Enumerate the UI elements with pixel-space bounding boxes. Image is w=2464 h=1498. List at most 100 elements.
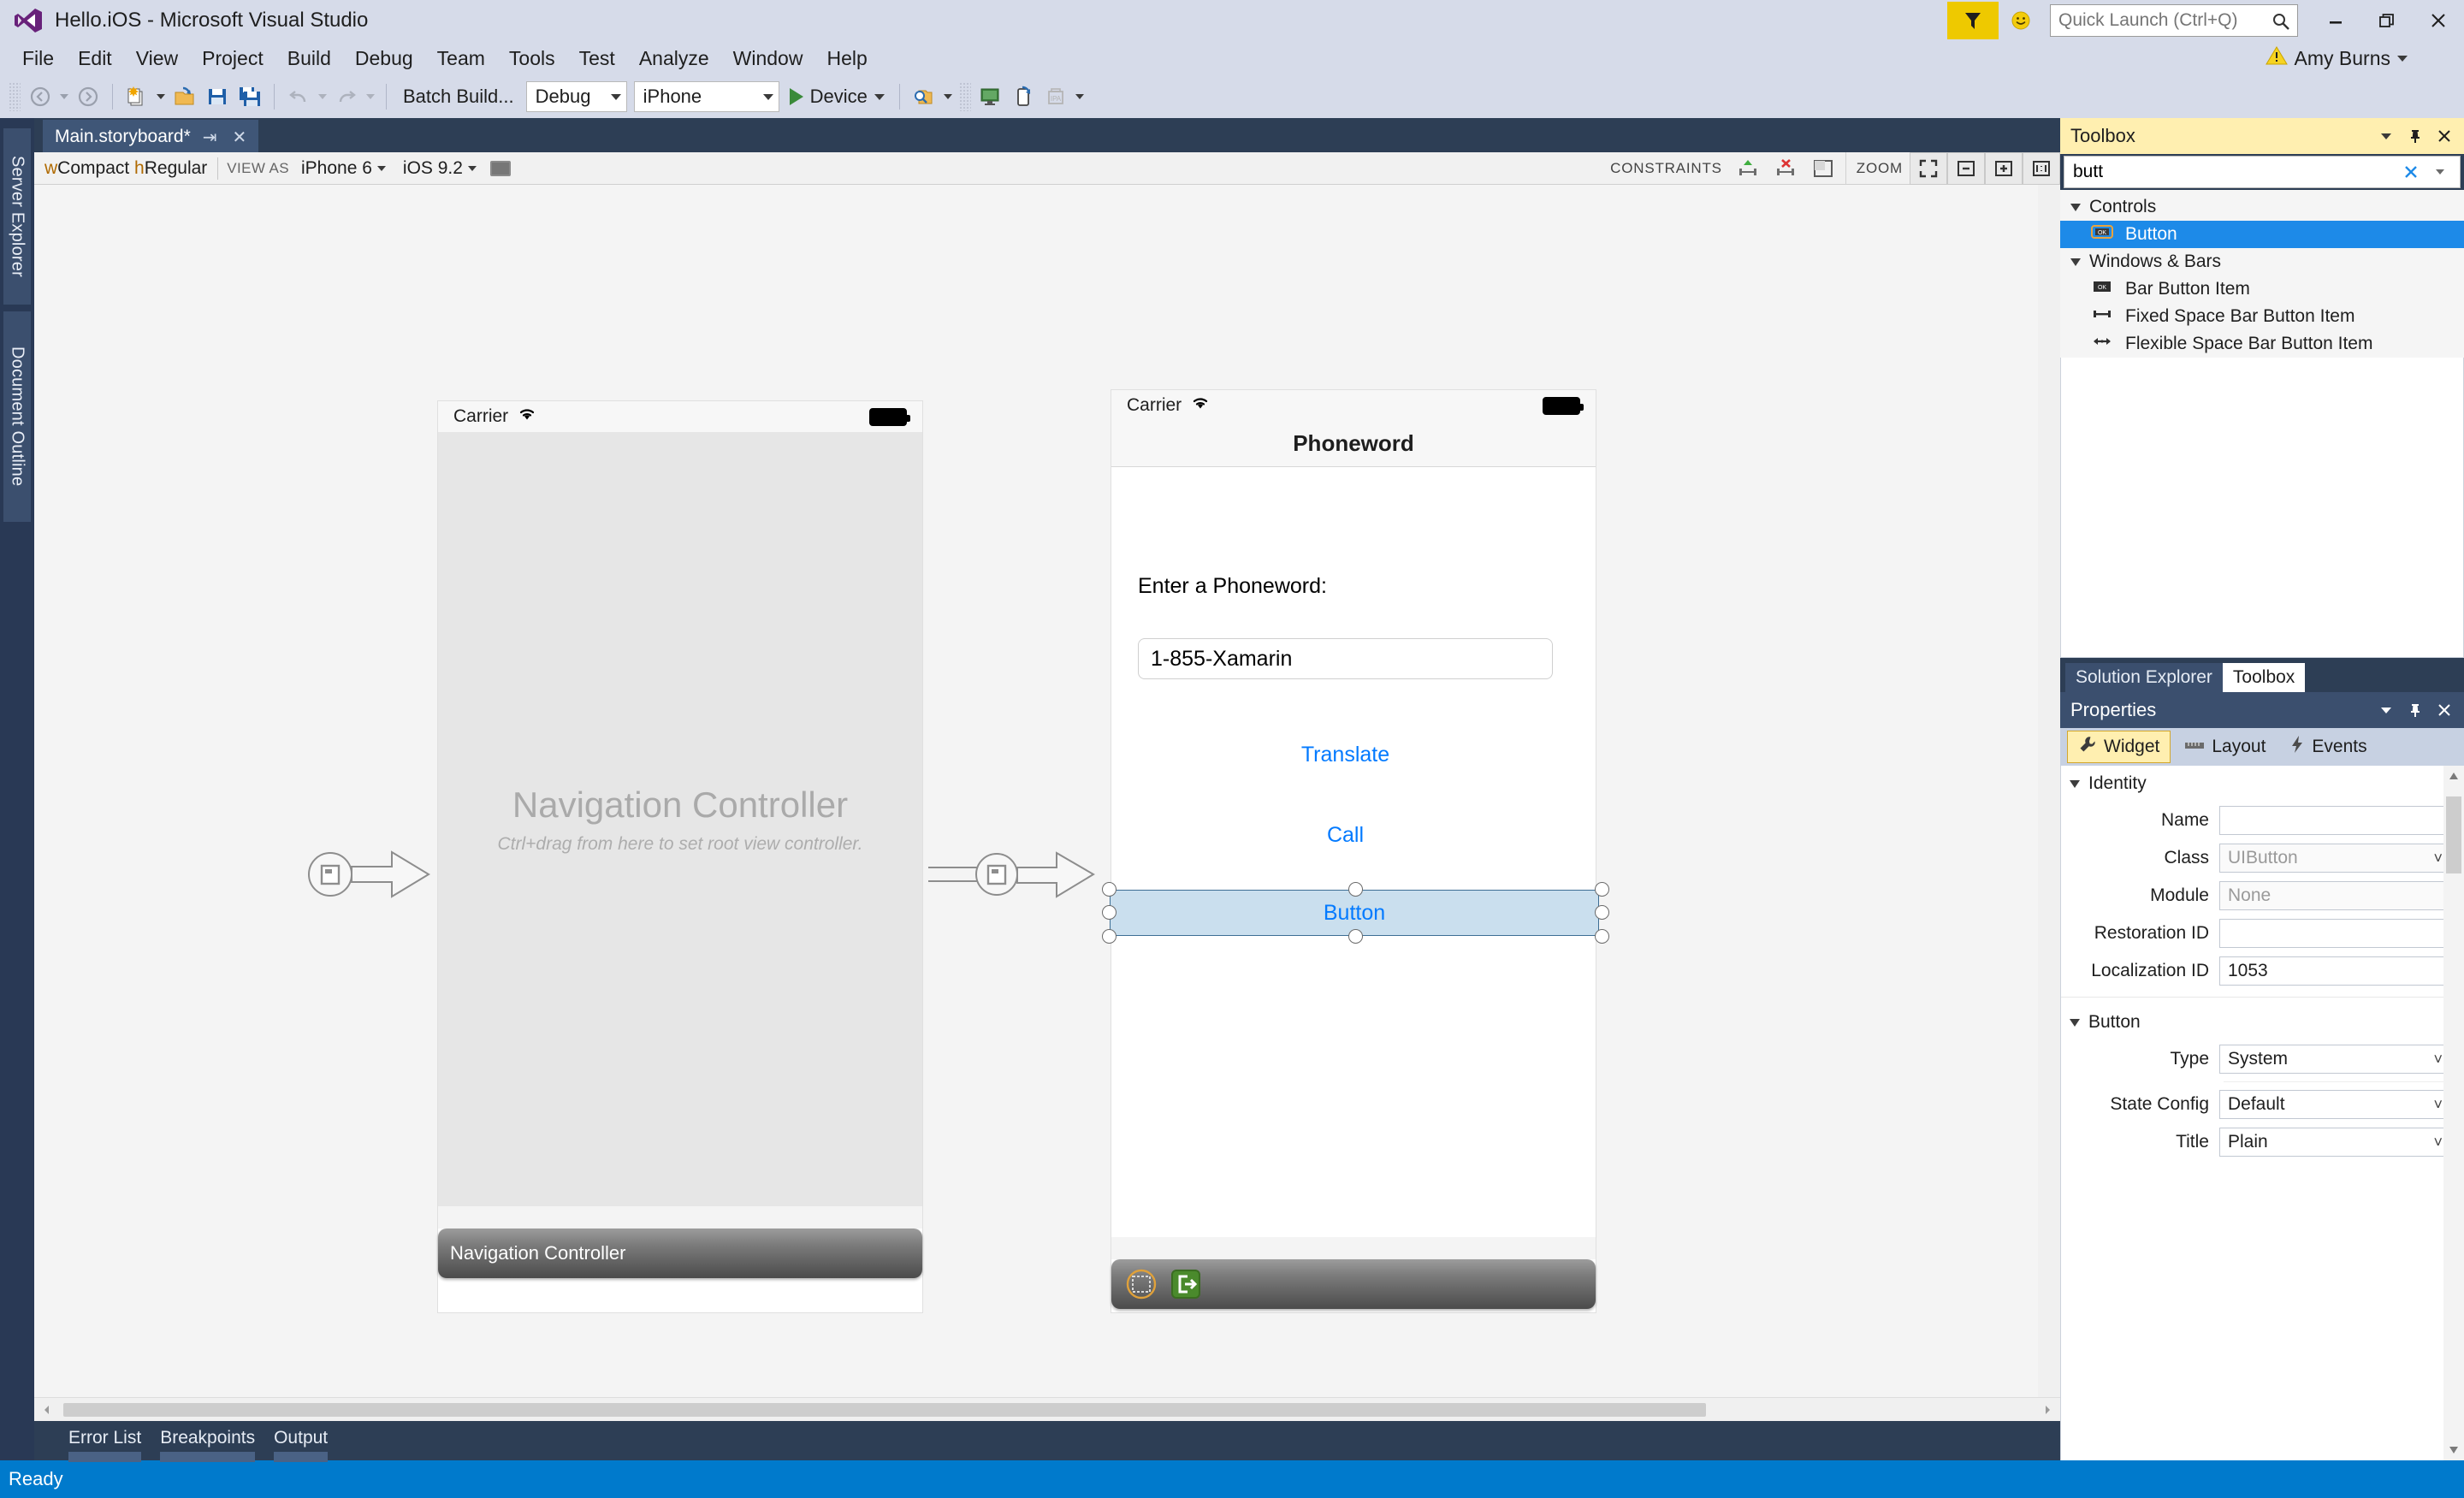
- device-sync-icon[interactable]: [1007, 80, 1040, 113]
- scene-navigation-controller[interactable]: Carrier Navigation Controller Ctrl+drag …: [438, 401, 922, 1312]
- update-frames-icon[interactable]: [1804, 152, 1842, 185]
- save-icon[interactable]: [201, 80, 234, 113]
- find-in-files-icon[interactable]: [908, 80, 940, 113]
- resize-handle-top-left[interactable]: [1102, 882, 1116, 897]
- zoom-fit-button[interactable]: [1910, 151, 1947, 185]
- clear-constraints-icon[interactable]: [1767, 152, 1804, 185]
- account-area[interactable]: Amy Burns: [2265, 41, 2408, 75]
- module-field[interactable]: None: [2219, 881, 2449, 910]
- quick-launch-box[interactable]: [2050, 4, 2298, 37]
- resize-handle-bottom-right[interactable]: [1595, 929, 1609, 944]
- properties-vertical-scrollbar[interactable]: [2443, 766, 2464, 1460]
- sidebar-item-document-outline[interactable]: Document Outline: [3, 311, 31, 522]
- chevron-down-icon[interactable]: ˅: [2433, 850, 2443, 867]
- scroll-down-icon[interactable]: [2447, 1443, 2461, 1457]
- toolbox-item-fixed-space-bar-button-item[interactable]: Fixed Space Bar Button Item: [2060, 303, 2464, 330]
- chevron-down-icon[interactable]: [467, 165, 477, 171]
- menu-file[interactable]: File: [10, 41, 66, 75]
- chevron-down-icon[interactable]: [2070, 779, 2080, 788]
- canvas-vertical-scrollbar[interactable]: [2038, 185, 2060, 1397]
- chevron-down-icon[interactable]: [874, 93, 885, 100]
- properties-group-identity[interactable]: Identity: [2061, 766, 2464, 802]
- toolbox-pin-icon[interactable]: [2401, 121, 2430, 151]
- toolbox-item-button[interactable]: OK Button: [2060, 221, 2464, 248]
- menu-analyze[interactable]: Analyze: [627, 41, 721, 75]
- chevron-down-icon[interactable]: [2070, 203, 2081, 211]
- menu-window[interactable]: Window: [721, 41, 815, 75]
- class-combo[interactable]: UIButton ˅: [2219, 844, 2449, 873]
- menu-view[interactable]: View: [124, 41, 190, 75]
- document-tab-main-storyboard[interactable]: Main.storyboard* ⇥ ✕: [43, 120, 259, 152]
- name-field[interactable]: [2219, 806, 2449, 835]
- toolbar-overflow-2[interactable]: [1072, 80, 1087, 113]
- chevron-down-icon[interactable]: [2070, 258, 2081, 266]
- new-project-dropdown[interactable]: [153, 80, 169, 113]
- open-file-icon[interactable]: [169, 80, 201, 113]
- menu-build[interactable]: Build: [275, 41, 343, 75]
- chevron-down-icon[interactable]: [610, 93, 621, 100]
- tab-output[interactable]: Output: [274, 1428, 329, 1462]
- state-config-combo[interactable]: Default ˅: [2219, 1090, 2449, 1119]
- toolbox-item-bar-button-item[interactable]: OK Bar Button Item: [2060, 275, 2464, 303]
- ios-navigation-bar[interactable]: Phoneword: [1111, 421, 1596, 467]
- restore-button[interactable]: [2361, 1, 2413, 40]
- menu-test[interactable]: Test: [567, 41, 627, 75]
- localization-id-field[interactable]: 1053: [2219, 956, 2449, 986]
- smiley-feedback-icon[interactable]: [2004, 2, 2038, 39]
- scene-footer-phoneword[interactable]: [1111, 1259, 1596, 1309]
- chevron-down-icon[interactable]: ˅: [2433, 1051, 2443, 1069]
- pin-icon[interactable]: ⇥: [199, 127, 221, 148]
- platform-combo[interactable]: iPhone: [633, 81, 779, 112]
- device-selector[interactable]: iPhone 6: [298, 158, 389, 179]
- chevron-down-icon[interactable]: ˅: [2433, 1134, 2443, 1152]
- scene-footer-navigation-controller[interactable]: Navigation Controller: [438, 1229, 922, 1278]
- exit-segue-icon[interactable]: [1168, 1266, 1204, 1302]
- toolbox-group-controls[interactable]: Controls: [2060, 193, 2464, 221]
- chevron-down-icon[interactable]: [762, 93, 773, 100]
- call-button[interactable]: Call: [1138, 820, 1553, 850]
- quick-launch-input[interactable]: [2051, 5, 2297, 36]
- toolbox-item-flexible-space-bar-button-item[interactable]: Flexible Space Bar Button Item: [2060, 330, 2464, 358]
- resize-handle-middle-left[interactable]: [1102, 905, 1116, 920]
- resize-handle-bottom-center[interactable]: [1348, 929, 1363, 944]
- scroll-up-icon[interactable]: [2447, 769, 2461, 783]
- title-combo[interactable]: Plain ˅: [2219, 1128, 2449, 1157]
- zoom-actual-size-button[interactable]: [2023, 151, 2060, 185]
- zoom-in-button[interactable]: [1985, 151, 2023, 185]
- properties-group-button[interactable]: Button: [2061, 1004, 2464, 1040]
- toolbox-close-icon[interactable]: [2430, 121, 2459, 151]
- toolbox-search-input[interactable]: [2073, 162, 2396, 182]
- resize-handle-middle-right[interactable]: [1595, 905, 1609, 920]
- scroll-right-icon[interactable]: [2035, 1399, 2060, 1421]
- tab-breakpoints[interactable]: Breakpoints: [160, 1428, 255, 1462]
- tab-events[interactable]: Events: [2279, 731, 2377, 763]
- canvas-surface[interactable]: Carrier Navigation Controller Ctrl+drag …: [34, 185, 2060, 1397]
- toolbox-search-box[interactable]: [2064, 156, 2461, 188]
- start-debugging-button[interactable]: Device: [783, 86, 891, 108]
- minimize-button[interactable]: [2310, 1, 2361, 40]
- navigate-backward-dropdown[interactable]: [56, 80, 72, 113]
- tab-toolbox[interactable]: Toolbox: [2222, 663, 2306, 692]
- add-constraints-icon[interactable]: [1729, 152, 1767, 185]
- menu-tools[interactable]: Tools: [497, 41, 567, 75]
- resize-handle-top-right[interactable]: [1595, 882, 1609, 897]
- type-combo[interactable]: System ˅: [2219, 1045, 2449, 1074]
- scene-phoneword[interactable]: Carrier Phoneword Enter a Phoneword: 1-8…: [1102, 390, 1609, 1312]
- menu-debug[interactable]: Debug: [343, 41, 425, 75]
- toolbox-group-windows-bars[interactable]: Windows & Bars: [2060, 248, 2464, 275]
- close-icon[interactable]: ✕: [229, 127, 251, 148]
- view-controller-icon[interactable]: [1123, 1266, 1159, 1302]
- clear-search-icon[interactable]: [2396, 157, 2426, 187]
- close-button[interactable]: [2413, 1, 2464, 40]
- size-class-label[interactable]: wCompact hRegular: [34, 158, 217, 179]
- phoneword-text-field[interactable]: 1-855-Xamarin: [1138, 638, 1553, 679]
- tab-layout[interactable]: Layout: [2174, 731, 2276, 763]
- chevron-down-icon[interactable]: ˅: [2433, 1096, 2443, 1114]
- device-monitor-icon[interactable]: [974, 80, 1007, 113]
- toolbar-grip[interactable]: [9, 82, 21, 111]
- chevron-down-icon[interactable]: [376, 165, 386, 171]
- phoneword-view[interactable]: Enter a Phoneword: 1-855-Xamarin Transla…: [1102, 467, 1609, 1237]
- relationship-segue-arrow[interactable]: [928, 835, 1108, 914]
- navigation-controller-placeholder[interactable]: Navigation Controller Ctrl+drag from her…: [438, 432, 922, 1206]
- save-all-icon[interactable]: [234, 80, 266, 113]
